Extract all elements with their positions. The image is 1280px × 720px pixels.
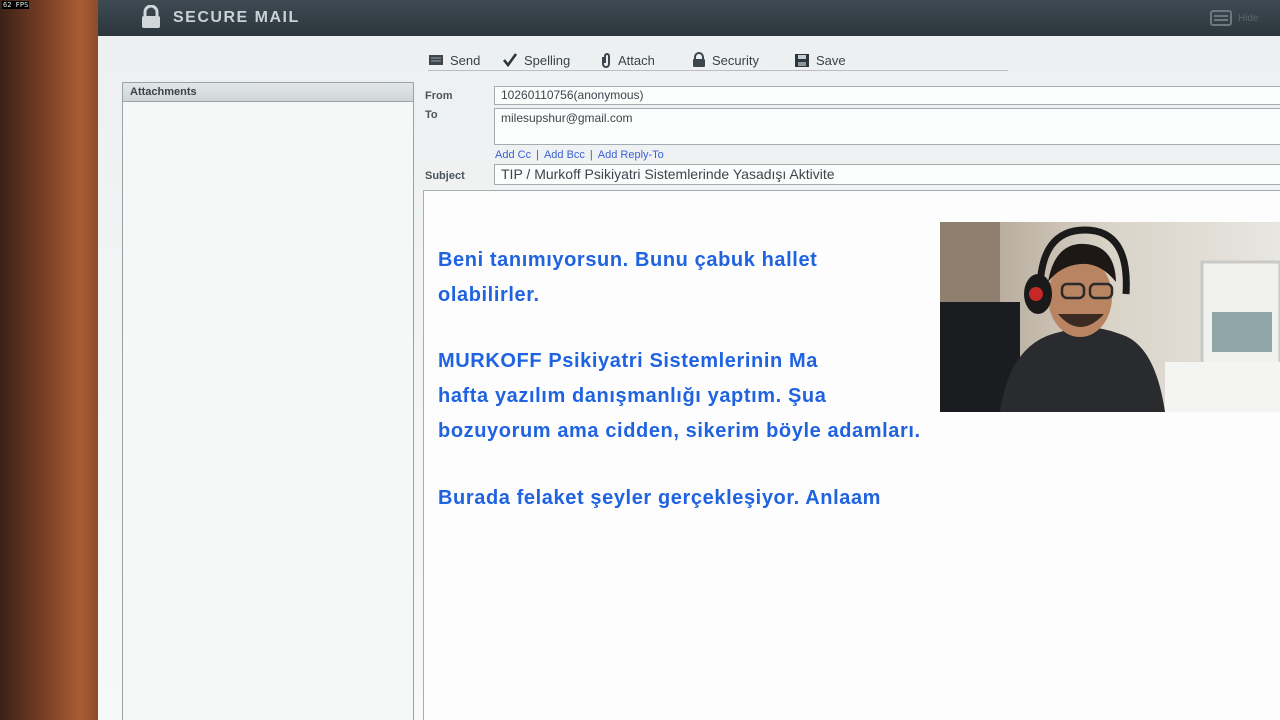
hide-label[interactable]: Hide [1238,13,1259,24]
message-line: olabilirler. [438,284,540,306]
send-label: Send [450,52,481,68]
security-lock-icon [693,52,705,67]
title-bar: SECURE MAIL Hide [98,0,1280,36]
lock-icon [142,5,160,28]
paperclip-icon [602,53,610,68]
subject-field[interactable]: TIP / Murkoff Psikiyatri Sistemlerinde Y… [494,164,1280,185]
message-line: hafta yazılım danışmanlığı yaptım. Şua [438,385,827,407]
attachments-header: Attachments [123,83,413,102]
message-line: Burada felaket şeyler gerçekleşiyor. Anl… [438,487,882,509]
webcam-overlay [940,222,1280,412]
security-button[interactable]: Security [692,50,759,70]
floppy-disk-icon [795,53,809,67]
background-wall [0,0,100,720]
attach-button[interactable]: Attach [600,50,655,70]
spelling-button[interactable]: Spelling [502,50,570,70]
send-icon [429,55,443,65]
send-button[interactable]: Send [428,50,480,70]
recipient-links: Add Cc | Add Bcc | Add Reply-To [495,149,664,161]
save-button[interactable]: Save [794,50,846,70]
message-line: MURKOFF Psikiyatri Sistemlerinin Ma [438,350,818,372]
to-field[interactable]: milesupshur@gmail.com [494,108,1280,145]
save-label: Save [816,52,846,68]
message-line: Beni tanımıyorsun. Bunu çabuk hallet [438,249,818,271]
attachments-panel: Attachments [122,82,414,720]
from-label: From [425,90,453,102]
attach-label: Attach [618,52,655,68]
check-icon [502,53,518,67]
add-reply-to-link[interactable]: Add Reply-To [598,149,664,161]
add-bcc-link[interactable]: Add Bcc [544,149,585,161]
window-control-icon[interactable] [1210,10,1232,26]
subject-label: Subject [425,170,465,182]
toolbar: Send Spelling Attach Security Save [428,50,1008,71]
spelling-label: Spelling [524,52,571,68]
message-line: bozuyorum ama cidden, sikerim böyle adam… [438,420,921,442]
from-field[interactable]: 10260110756(anonymous) [494,86,1280,105]
to-label: To [425,109,438,121]
webcam-image [940,222,1280,412]
add-cc-link[interactable]: Add Cc [495,149,531,161]
app-title: SECURE MAIL [173,9,300,26]
security-label: Security [712,52,759,68]
fps-counter: 62 FPS [2,1,30,9]
